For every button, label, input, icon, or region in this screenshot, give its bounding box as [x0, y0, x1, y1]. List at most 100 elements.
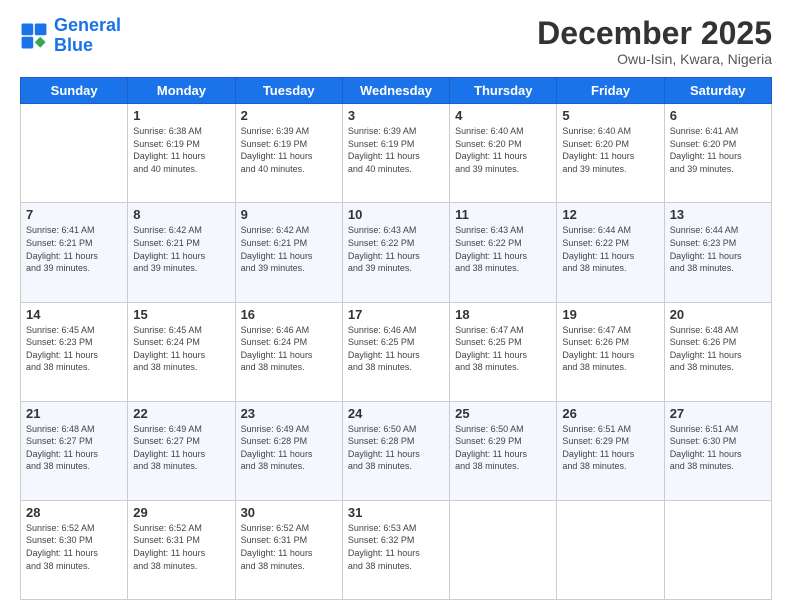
calendar-cell: 10Sunrise: 6:43 AMSunset: 6:22 PMDayligh… [342, 203, 449, 302]
day-number: 3 [348, 108, 444, 123]
day-number: 21 [26, 406, 122, 421]
day-info: Sunrise: 6:45 AMSunset: 6:23 PMDaylight:… [26, 324, 122, 374]
day-number: 23 [241, 406, 337, 421]
calendar-cell: 3 Sunrise: 6:39 AMSunset: 6:19 PMDaylight… [342, 104, 449, 203]
day-number: 27 [670, 406, 766, 421]
calendar-cell: 27 Sunrise: 6:51 AMSunset: 6:30 PMDayligh… [664, 401, 771, 500]
calendar-cell: 4Sunrise: 6:40 AMSunset: 6:20 PMDaylight… [450, 104, 557, 203]
day-number: 7 [26, 207, 122, 222]
day-info: Sunrise: 6:40 AMSunset: 6:20 PMDaylight:… [562, 125, 658, 175]
calendar-cell: 23 Sunrise: 6:49 AMSunset: 6:28 PMDayligh… [235, 401, 342, 500]
day-number: 10 [348, 207, 444, 222]
calendar-cell: 12Sunrise: 6:44 AMSunset: 6:22 PMDayligh… [557, 203, 664, 302]
calendar-cell: 1 Sunrise: 6:38 AMSunset: 6:19 PMDaylight… [128, 104, 235, 203]
calendar-cell [21, 104, 128, 203]
day-info: Sunrise: 6:46 AMSunset: 6:25 PMDaylight:… [348, 324, 444, 374]
calendar-cell: 31Sunrise: 6:53 AMSunset: 6:32 PMDayligh… [342, 500, 449, 599]
calendar-cell: 14Sunrise: 6:45 AMSunset: 6:23 PMDayligh… [21, 302, 128, 401]
calendar-cell: 16 Sunrise: 6:46 AMSunset: 6:24 PMDayligh… [235, 302, 342, 401]
day-number: 1 [133, 108, 229, 123]
calendar-cell: 2Sunrise: 6:39 AMSunset: 6:19 PMDaylight… [235, 104, 342, 203]
day-number: 13 [670, 207, 766, 222]
day-number: 29 [133, 505, 229, 520]
calendar-cell: 30 Sunrise: 6:52 AMSunset: 6:31 PMDayligh… [235, 500, 342, 599]
weekday-header-monday: Monday [128, 78, 235, 104]
header: General Blue December 2025 Owu-Isin, Kwa… [20, 16, 772, 67]
weekday-header-row: SundayMondayTuesdayWednesdayThursdayFrid… [21, 78, 772, 104]
calendar-cell: 5Sunrise: 6:40 AMSunset: 6:20 PMDaylight… [557, 104, 664, 203]
page: General Blue December 2025 Owu-Isin, Kwa… [0, 0, 792, 612]
day-info: Sunrise: 6:52 AMSunset: 6:31 PMDaylight:… [133, 522, 229, 572]
day-info: Sunrise: 6:39 AMSunset: 6:19 PMDaylight:… [348, 125, 444, 175]
calendar-cell: 13 Sunrise: 6:44 AMSunset: 6:23 PMDayligh… [664, 203, 771, 302]
calendar-table: SundayMondayTuesdayWednesdayThursdayFrid… [20, 77, 772, 600]
day-number: 22 [133, 406, 229, 421]
title-block: December 2025 Owu-Isin, Kwara, Nigeria [537, 16, 772, 67]
calendar-cell: 9 Sunrise: 6:42 AMSunset: 6:21 PMDaylight… [235, 203, 342, 302]
day-number: 30 [241, 505, 337, 520]
calendar-cell: 18Sunrise: 6:47 AMSunset: 6:25 PMDayligh… [450, 302, 557, 401]
day-number: 12 [562, 207, 658, 222]
day-info: Sunrise: 6:52 AMSunset: 6:30 PMDaylight:… [26, 522, 122, 572]
calendar-cell: 29 Sunrise: 6:52 AMSunset: 6:31 PMDayligh… [128, 500, 235, 599]
calendar-cell: 19 Sunrise: 6:47 AMSunset: 6:26 PMDayligh… [557, 302, 664, 401]
calendar-cell: 21 Sunrise: 6:48 AMSunset: 6:27 PMDayligh… [21, 401, 128, 500]
logo-line1: General [54, 15, 121, 35]
logo-line2: Blue [54, 35, 93, 55]
calendar-cell: 28 Sunrise: 6:52 AMSunset: 6:30 PMDayligh… [21, 500, 128, 599]
day-number: 16 [241, 307, 337, 322]
calendar-cell: 15 Sunrise: 6:45 AMSunset: 6:24 PMDayligh… [128, 302, 235, 401]
day-info: Sunrise: 6:50 AMSunset: 6:29 PMDaylight:… [455, 423, 551, 473]
calendar-cell: 20Sunrise: 6:48 AMSunset: 6:26 PMDayligh… [664, 302, 771, 401]
calendar-cell: 25 Sunrise: 6:50 AMSunset: 6:29 PMDayligh… [450, 401, 557, 500]
day-info: Sunrise: 6:42 AMSunset: 6:21 PMDaylight:… [133, 224, 229, 274]
weekday-header-thursday: Thursday [450, 78, 557, 104]
day-info: Sunrise: 6:43 AMSunset: 6:22 PMDaylight:… [455, 224, 551, 274]
calendar-cell [450, 500, 557, 599]
day-info: Sunrise: 6:44 AMSunset: 6:23 PMDaylight:… [670, 224, 766, 274]
day-info: Sunrise: 6:52 AMSunset: 6:31 PMDaylight:… [241, 522, 337, 572]
day-number: 6 [670, 108, 766, 123]
calendar-cell: 17 Sunrise: 6:46 AMSunset: 6:25 PMDayligh… [342, 302, 449, 401]
day-number: 8 [133, 207, 229, 222]
day-info: Sunrise: 6:47 AMSunset: 6:25 PMDaylight:… [455, 324, 551, 374]
day-number: 11 [455, 207, 551, 222]
day-number: 25 [455, 406, 551, 421]
day-number: 17 [348, 307, 444, 322]
day-number: 15 [133, 307, 229, 322]
day-info: Sunrise: 6:40 AMSunset: 6:20 PMDaylight:… [455, 125, 551, 175]
day-number: 31 [348, 505, 444, 520]
calendar-cell: 22 Sunrise: 6:49 AMSunset: 6:27 PMDayligh… [128, 401, 235, 500]
day-info: Sunrise: 6:51 AMSunset: 6:30 PMDaylight:… [670, 423, 766, 473]
day-number: 9 [241, 207, 337, 222]
day-number: 20 [670, 307, 766, 322]
logo-text: General Blue [54, 16, 121, 56]
weekday-header-saturday: Saturday [664, 78, 771, 104]
location-subtitle: Owu-Isin, Kwara, Nigeria [537, 51, 772, 67]
weekday-header-tuesday: Tuesday [235, 78, 342, 104]
day-info: Sunrise: 6:41 AMSunset: 6:20 PMDaylight:… [670, 125, 766, 175]
day-info: Sunrise: 6:46 AMSunset: 6:24 PMDaylight:… [241, 324, 337, 374]
day-number: 19 [562, 307, 658, 322]
calendar-cell: 6 Sunrise: 6:41 AMSunset: 6:20 PMDaylight… [664, 104, 771, 203]
day-number: 28 [26, 505, 122, 520]
calendar-cell: 7Sunrise: 6:41 AMSunset: 6:21 PMDaylight… [21, 203, 128, 302]
calendar-cell: 24 Sunrise: 6:50 AMSunset: 6:28 PMDayligh… [342, 401, 449, 500]
logo-icon [20, 22, 48, 50]
calendar-cell: 11 Sunrise: 6:43 AMSunset: 6:22 PMDayligh… [450, 203, 557, 302]
calendar-cell: 26Sunrise: 6:51 AMSunset: 6:29 PMDayligh… [557, 401, 664, 500]
day-info: Sunrise: 6:50 AMSunset: 6:28 PMDaylight:… [348, 423, 444, 473]
day-info: Sunrise: 6:48 AMSunset: 6:27 PMDaylight:… [26, 423, 122, 473]
day-info: Sunrise: 6:42 AMSunset: 6:21 PMDaylight:… [241, 224, 337, 274]
day-number: 24 [348, 406, 444, 421]
day-info: Sunrise: 6:47 AMSunset: 6:26 PMDaylight:… [562, 324, 658, 374]
day-info: Sunrise: 6:45 AMSunset: 6:24 PMDaylight:… [133, 324, 229, 374]
day-number: 2 [241, 108, 337, 123]
calendar-cell [664, 500, 771, 599]
calendar-cell: 8 Sunrise: 6:42 AMSunset: 6:21 PMDaylight… [128, 203, 235, 302]
day-info: Sunrise: 6:49 AMSunset: 6:27 PMDaylight:… [133, 423, 229, 473]
week-row-5: 28 Sunrise: 6:52 AMSunset: 6:30 PMDayligh… [21, 500, 772, 599]
day-info: Sunrise: 6:49 AMSunset: 6:28 PMDaylight:… [241, 423, 337, 473]
day-info: Sunrise: 6:38 AMSunset: 6:19 PMDaylight:… [133, 125, 229, 175]
week-row-2: 7Sunrise: 6:41 AMSunset: 6:21 PMDaylight… [21, 203, 772, 302]
